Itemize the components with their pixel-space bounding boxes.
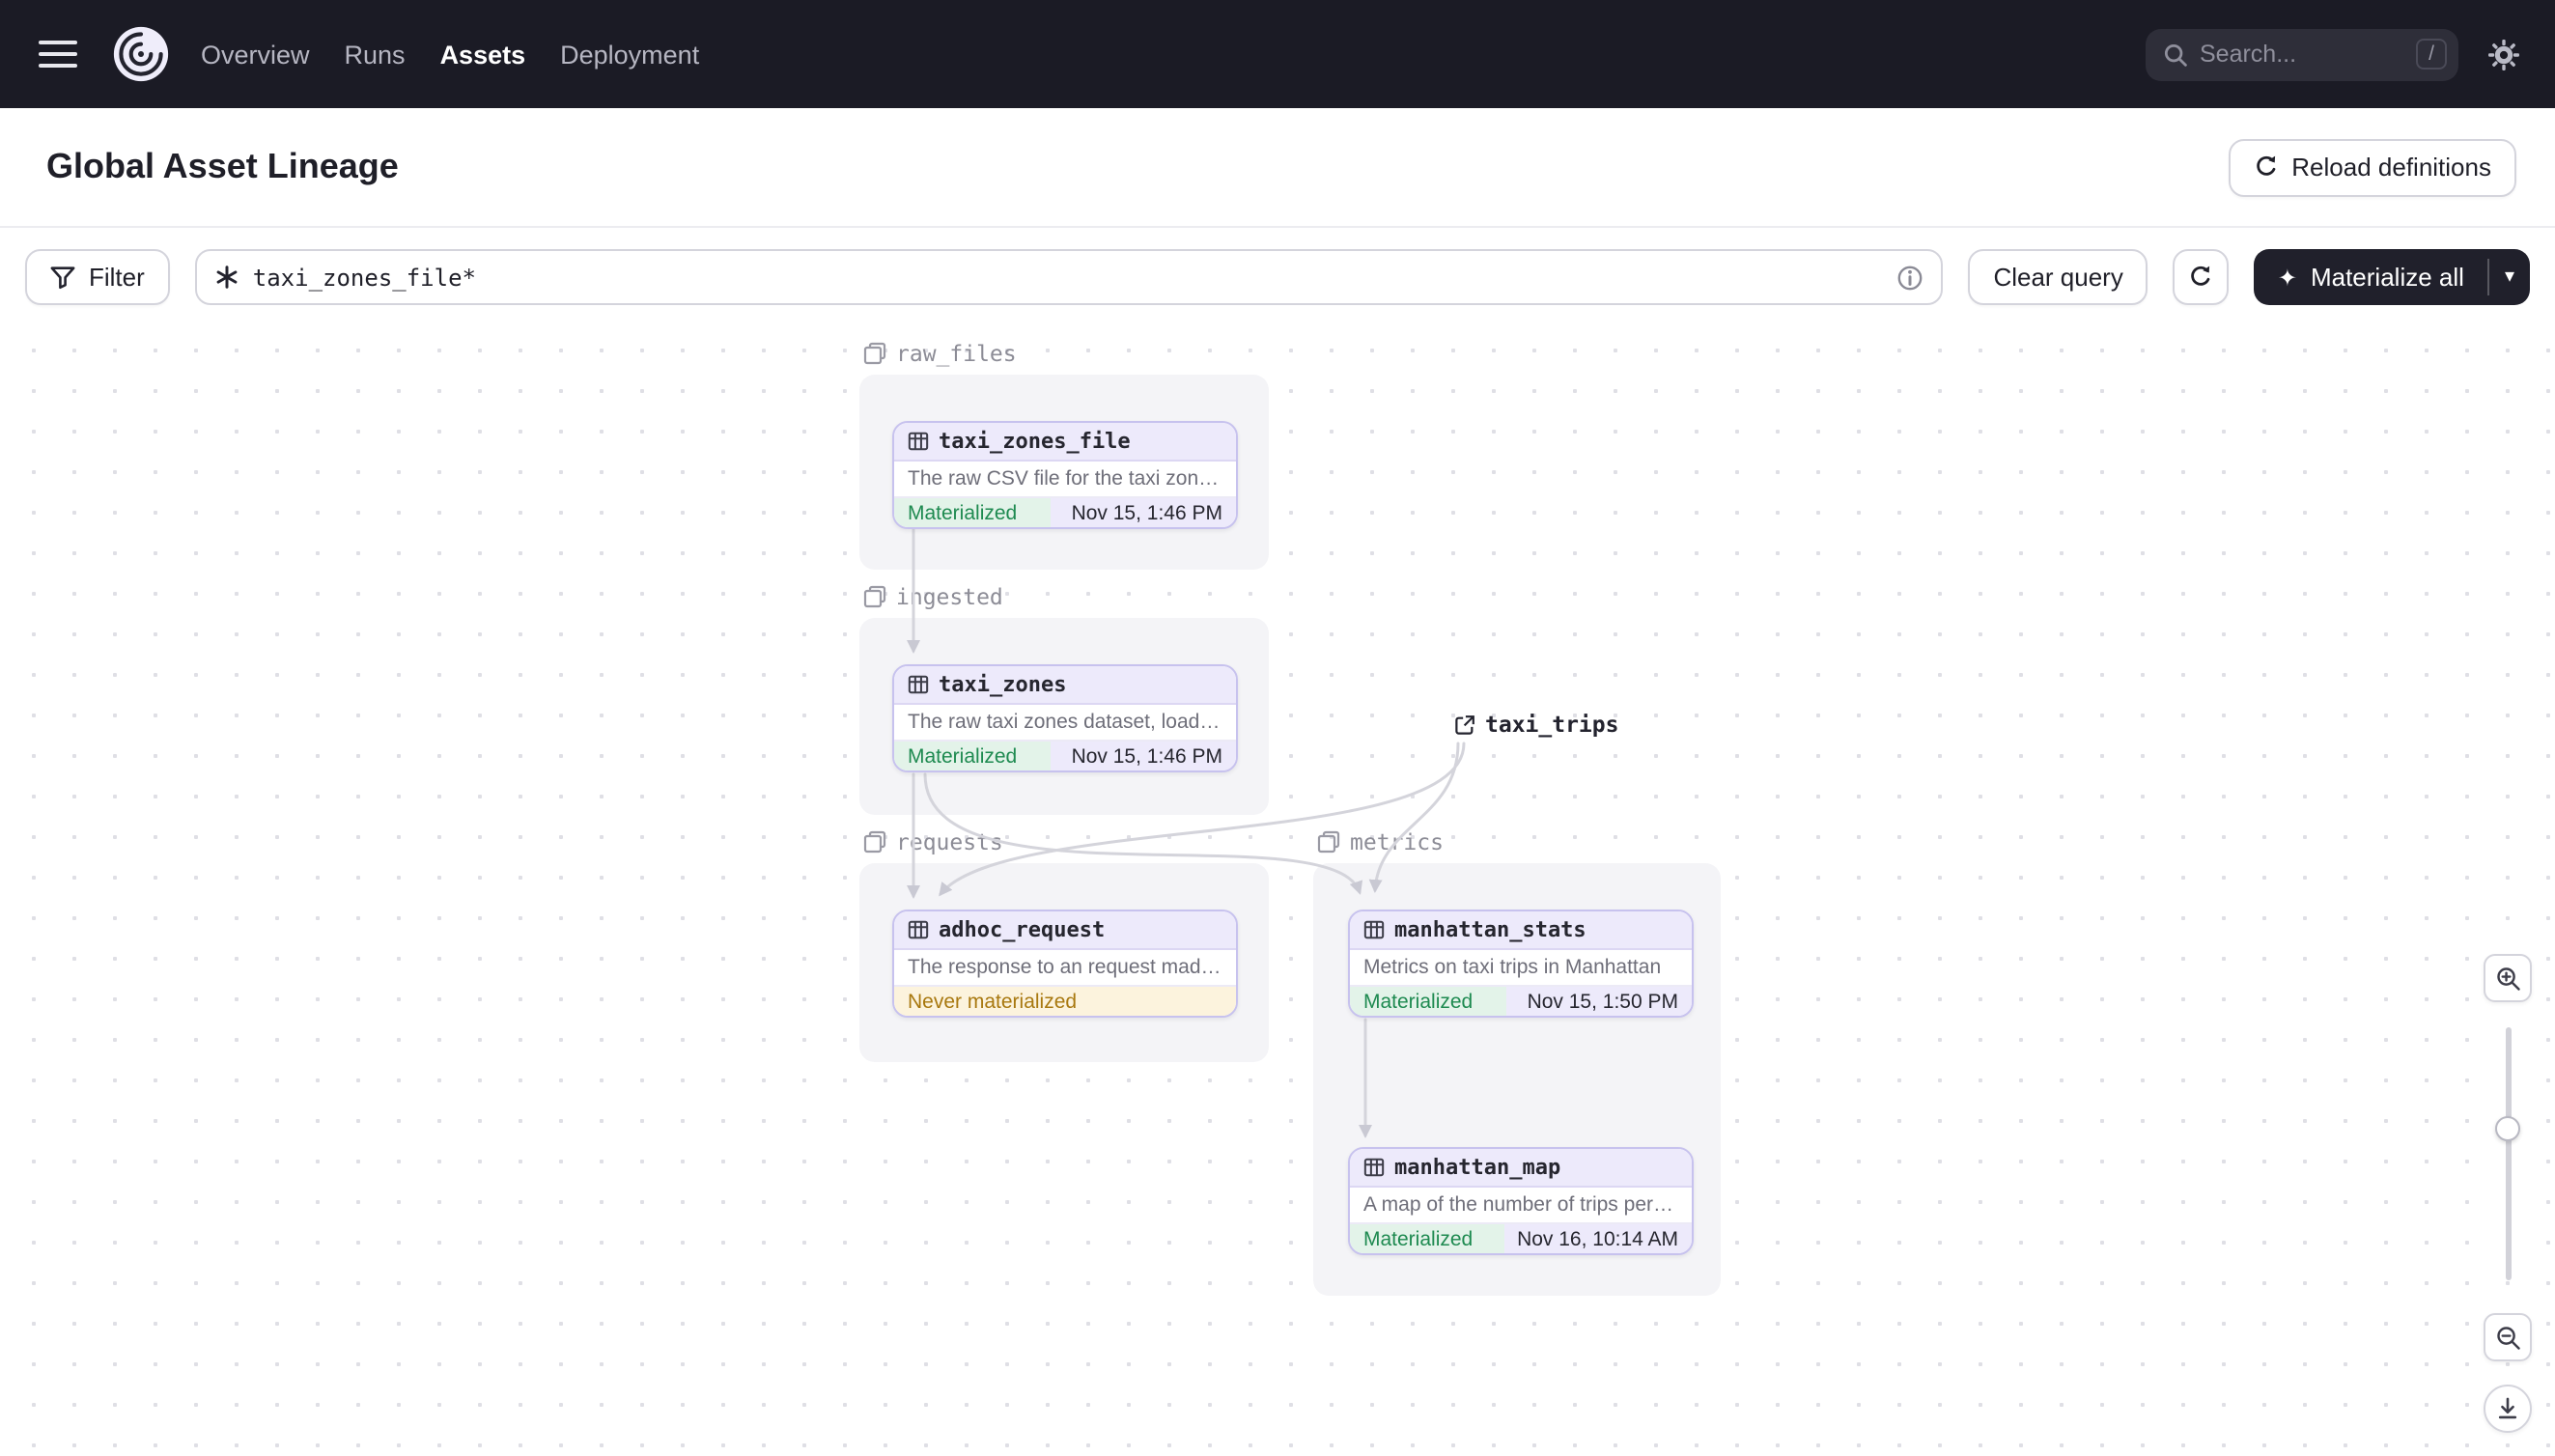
materialization-timestamp: Nov 15, 1:46 PM [1051,742,1236,770]
asset-node-manhattan_stats[interactable]: manhattan_stats Metrics on taxi trips in… [1348,910,1694,1018]
materialize-options-button[interactable]: ▾ [2489,249,2530,305]
nav-assets[interactable]: Assets [440,40,526,69]
lineage-canvas[interactable]: raw_files ingested requests metrics taxi… [0,326,2555,1456]
asset-name: adhoc_request [939,917,1106,942]
table-icon [908,674,929,695]
settings-gear-icon[interactable] [2487,38,2520,70]
materialize-all-button[interactable]: ✦ Materialize all [2255,249,2487,305]
lineage-toolbar: Filter Clear query ✦ Materialize all [0,228,2555,326]
top-navbar: Overview Runs Assets Deployment / [0,0,2555,108]
external-asset-taxi_trips[interactable]: taxi_trips [1454,711,1619,738]
table-icon [1363,919,1385,940]
status-badge: Materialized [1350,1224,1504,1253]
asset-node-taxi_zones[interactable]: taxi_zones The raw taxi zones dataset, l… [892,664,1238,772]
asset-description: The raw CSV file for the taxi zones dat.… [908,467,1222,490]
asset-selection-input-wrap [194,249,1944,305]
filter-button[interactable]: Filter [25,249,170,305]
nav-overview[interactable]: Overview [201,40,310,69]
table-icon [908,919,929,940]
status-badge: Never materialized [894,987,1236,1016]
page-title: Global Asset Lineage [46,147,399,185]
funnel-icon [50,265,75,290]
status-badge: Materialized [894,742,1052,770]
search-icon [2163,42,2188,67]
op-selector-icon [214,265,239,290]
nav-links: Overview Runs Assets Deployment [201,40,699,69]
refresh-graph-button[interactable] [2173,249,2230,305]
group-label-metrics[interactable]: metrics [1317,828,1444,855]
search-box[interactable]: / [2146,28,2458,80]
group-label-ingested[interactable]: ingested [863,583,1003,610]
asset-description: A map of the number of trips per taxi z.… [1363,1193,1678,1217]
asset-name: taxi_zones [939,672,1067,697]
refresh-icon [2189,265,2214,290]
group-label-requests[interactable]: requests [863,828,1003,855]
materialization-timestamp: Nov 16, 10:14 AM [1503,1224,1692,1253]
zoom-in-button[interactable] [2484,954,2532,1002]
zoom-out-button[interactable] [2484,1313,2532,1361]
status-badge: Materialized [1350,987,1507,1016]
asset-description: Metrics on taxi trips in Manhattan [1363,956,1662,979]
group-icon [1317,830,1340,854]
lineage-edges [907,527,1466,1138]
menu-icon[interactable] [39,41,77,68]
navbar-right: / [2146,28,2520,80]
asset-selection-input[interactable] [252,264,1884,291]
nav-runs[interactable]: Runs [345,40,406,69]
asset-name: taxi_zones_file [939,429,1131,454]
nav-deployment[interactable]: Deployment [560,40,699,69]
group-icon [863,585,886,608]
dagster-logo[interactable] [112,25,170,83]
zoom-slider-track[interactable] [2505,1027,2511,1280]
sparkle-icon: ✦ [2277,264,2297,291]
zoom-slider[interactable] [2495,1027,2520,1280]
clear-query-button[interactable]: Clear query [1968,249,2148,305]
asset-description: The response to an request made in th... [908,956,1222,979]
table-icon [908,431,929,452]
refresh-icon [2253,154,2278,180]
group-label-raw_files[interactable]: raw_files [863,340,1017,367]
asset-description: The raw taxi zones dataset, loaded int..… [908,711,1222,734]
zoom-slider-thumb[interactable] [2495,1116,2520,1141]
asset-node-manhattan_map[interactable]: manhattan_map A map of the number of tri… [1348,1147,1694,1255]
download-view-button[interactable] [2484,1385,2532,1433]
asset-name: manhattan_map [1394,1155,1561,1180]
asset-node-adhoc_request[interactable]: adhoc_request The response to an request… [892,910,1238,1018]
search-shortcut-badge: / [2416,39,2447,70]
info-icon[interactable] [1896,264,1923,291]
group-icon [863,830,886,854]
table-icon [1363,1157,1385,1178]
search-input[interactable] [2200,41,2404,68]
materialization-timestamp: Nov 15, 1:46 PM [1051,498,1236,527]
status-badge: Materialized [894,498,1052,527]
materialization-timestamp: Nov 15, 1:50 PM [1506,987,1692,1016]
reload-definitions-button[interactable]: Reload definitions [2228,138,2516,196]
group-icon [863,342,886,365]
chevron-down-icon: ▾ [2504,266,2514,288]
external-link-icon [1454,714,1475,735]
app: Overview Runs Assets Deployment / [0,0,2555,1456]
materialize-all-split-button: ✦ Materialize all ▾ [2254,249,2530,305]
asset-name: manhattan_stats [1394,917,1586,942]
page-header: Global Asset Lineage Reload definitions [0,108,2555,228]
asset-node-taxi_zones_file[interactable]: taxi_zones_file The raw CSV file for the… [892,421,1238,529]
